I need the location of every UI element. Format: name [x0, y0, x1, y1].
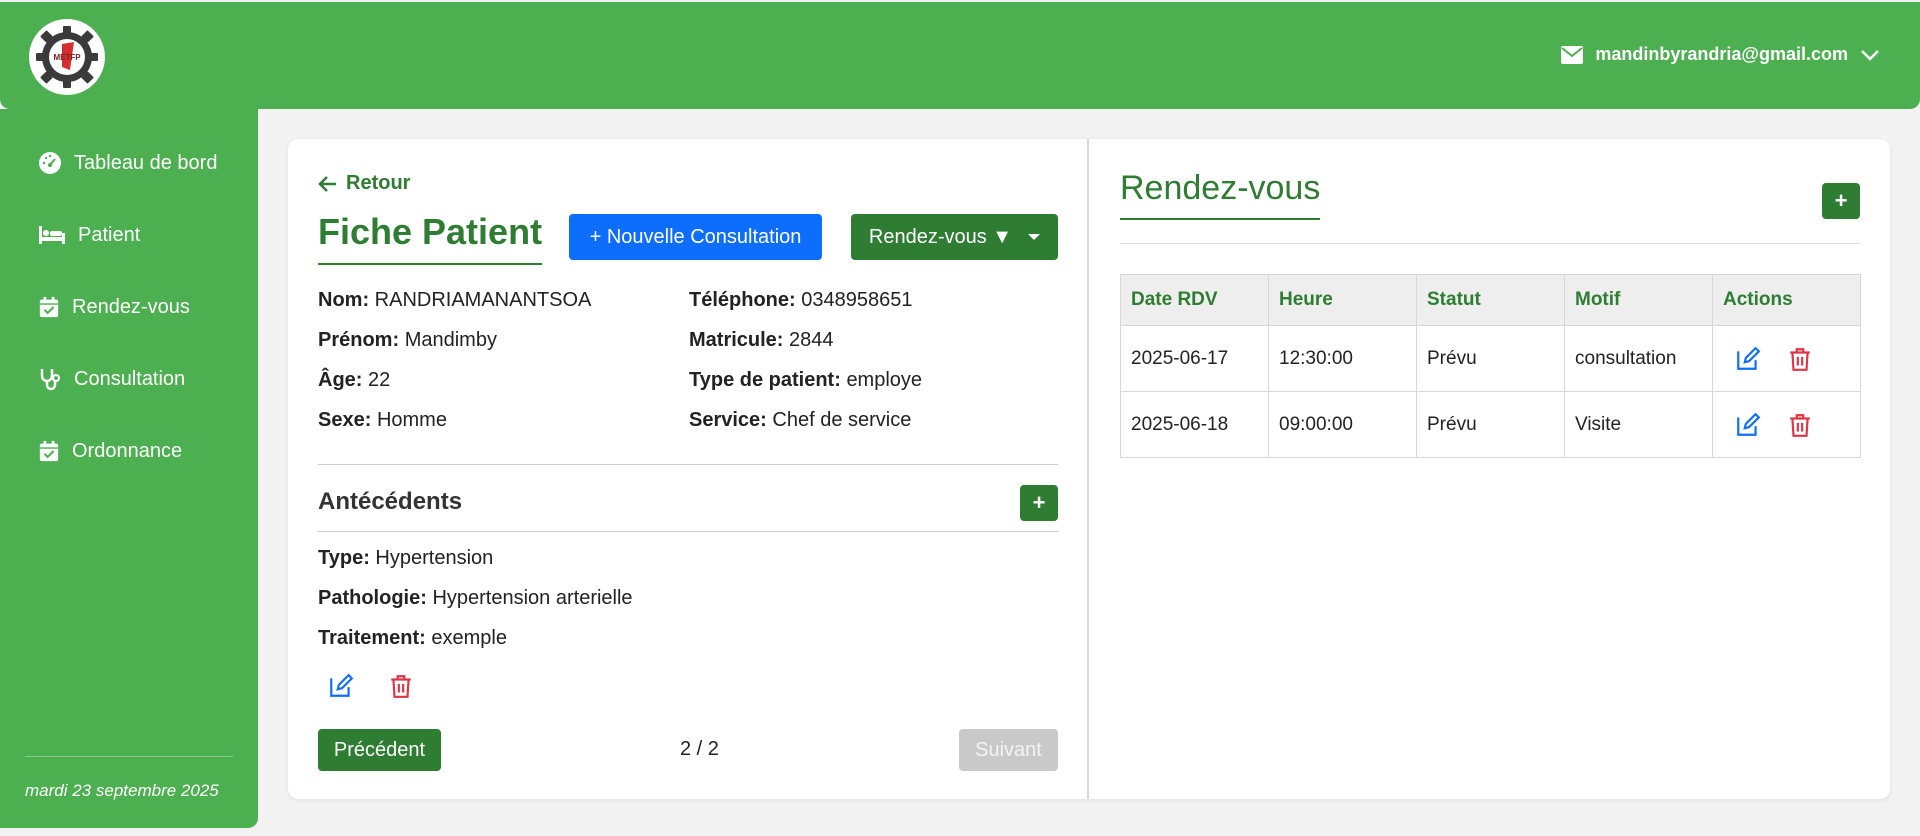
- page-title: Fiche Patient: [318, 211, 543, 265]
- cell-date: 2025-06-18: [1120, 391, 1269, 458]
- next-button[interactable]: Suivant: [959, 729, 1058, 771]
- chevron-down-icon[interactable]: [1860, 48, 1880, 62]
- add-antecedent-button[interactable]: +: [1020, 485, 1058, 521]
- page-indicator: 2 / 2: [680, 738, 719, 760]
- column-divider: [1087, 139, 1089, 799]
- section-divider: [318, 464, 1058, 465]
- rendez-vous-divider: [1120, 243, 1861, 244]
- field-antecedent-type: Type: Hypertension: [318, 547, 494, 569]
- cell-statut: Prévu: [1416, 391, 1565, 458]
- rendez-vous-table: Date RDV Heure Statut Motif Actions 2025…: [1120, 274, 1861, 458]
- rendez-vous-dropdown-label: Rendez-vous ▼: [868, 225, 1013, 248]
- sidebar-item-label: Tableau de bord: [74, 151, 218, 174]
- add-rendez-vous-button[interactable]: +: [1822, 183, 1860, 219]
- trash-icon[interactable]: [1787, 346, 1813, 372]
- sidebar-item-patient[interactable]: Patient: [38, 223, 140, 247]
- sidebar: Tableau de bord Patient Rendez-vous Cons…: [0, 109, 258, 828]
- sidebar-item-consultation[interactable]: Consultation: [38, 367, 185, 391]
- previous-button[interactable]: Précédent: [318, 729, 441, 771]
- user-email: mandinbyrandria@gmail.com: [1595, 44, 1848, 64]
- table-header-row: Date RDV Heure Statut Motif Actions: [1120, 274, 1861, 326]
- table-row: 2025-06-17 12:30:00 Prévu consultation: [1120, 325, 1861, 392]
- field-matricule: Matricule: 2844: [689, 329, 834, 351]
- user-menu[interactable]: mandinbyrandria@gmail.com: [1561, 44, 1880, 65]
- svg-text:METFP: METFP: [53, 53, 81, 62]
- bed-icon: [39, 226, 65, 244]
- sidebar-item-label: Patient: [78, 223, 141, 246]
- column-header-motif[interactable]: Motif: [1564, 274, 1713, 326]
- new-consultation-button[interactable]: + Nouvelle Consultation: [569, 214, 822, 260]
- field-age: Âge: 22: [318, 369, 391, 391]
- sidebar-item-label: Ordonnance: [72, 439, 183, 462]
- field-service: Service: Chef de service: [689, 409, 912, 431]
- field-type-patient: Type de patient: employe: [689, 369, 923, 391]
- field-nom: Nom: RANDRIAMANANTSOA: [318, 289, 592, 311]
- rendez-vous-title: Rendez-vous: [1120, 169, 1321, 220]
- column-header-statut[interactable]: Statut: [1416, 274, 1565, 326]
- cell-date: 2025-06-17: [1120, 325, 1269, 392]
- field-prenom: Prénom: Mandimby: [318, 329, 497, 351]
- cell-heure: 12:30:00: [1268, 325, 1417, 392]
- column-header-actions: Actions: [1712, 274, 1861, 326]
- rendez-vous-dropdown-button[interactable]: Rendez-vous ▼: [851, 214, 1058, 260]
- gauge-icon: [39, 152, 61, 174]
- table-row: 2025-06-18 09:00:00 Prévu Visite: [1120, 391, 1861, 458]
- calendar-check-icon: [39, 296, 59, 318]
- current-date: mardi 23 septembre 2025: [25, 781, 219, 800]
- app-logo[interactable]: METFP: [29, 19, 105, 95]
- cell-motif: Visite: [1564, 391, 1713, 458]
- trash-icon[interactable]: [1787, 412, 1813, 438]
- sidebar-item-label: Rendez-vous: [72, 295, 190, 318]
- sidebar-divider: [25, 756, 233, 757]
- field-pathologie: Pathologie: Hypertension arterielle: [318, 587, 633, 609]
- cell-statut: Prévu: [1416, 325, 1565, 392]
- cell-actions: [1712, 325, 1861, 392]
- field-sexe: Sexe: Homme: [318, 409, 447, 431]
- antecedents-divider: [318, 531, 1058, 532]
- sidebar-item-tableau-de-bord[interactable]: Tableau de bord: [38, 151, 217, 175]
- column-header-heure[interactable]: Heure: [1268, 274, 1417, 326]
- calendar-check-icon: [39, 440, 59, 462]
- back-label: Retour: [346, 172, 411, 194]
- cell-actions: [1712, 391, 1861, 458]
- envelope-icon: [1561, 45, 1584, 64]
- edit-icon[interactable]: [1735, 412, 1761, 438]
- sidebar-item-ordonnance[interactable]: Ordonnance: [38, 439, 182, 463]
- gear-logo-icon: METFP: [36, 26, 98, 88]
- sidebar-item-label: Consultation: [74, 367, 186, 390]
- sidebar-item-rendez-vous[interactable]: Rendez-vous: [38, 295, 190, 319]
- column-header-date[interactable]: Date RDV: [1120, 274, 1269, 326]
- cell-heure: 09:00:00: [1268, 391, 1417, 458]
- edit-icon[interactable]: [328, 673, 354, 699]
- trash-icon[interactable]: [388, 673, 414, 699]
- field-traitement: Traitement: exemple: [318, 627, 507, 649]
- arrow-left-icon: [318, 175, 336, 192]
- field-telephone: Téléphone: 0348958651: [689, 289, 913, 311]
- back-link[interactable]: Retour: [318, 172, 410, 195]
- top-bar: METFP mandinbyrandria@gmail.com: [0, 2, 1920, 109]
- cell-motif: consultation: [1564, 325, 1713, 392]
- antecedents-title: Antécédents: [318, 488, 463, 515]
- edit-icon[interactable]: [1735, 346, 1761, 372]
- stethoscope-icon: [40, 369, 61, 391]
- caret-down-icon: [1028, 234, 1041, 240]
- main-card: Retour Fiche Patient + Nouvelle Consulta…: [288, 139, 1890, 799]
